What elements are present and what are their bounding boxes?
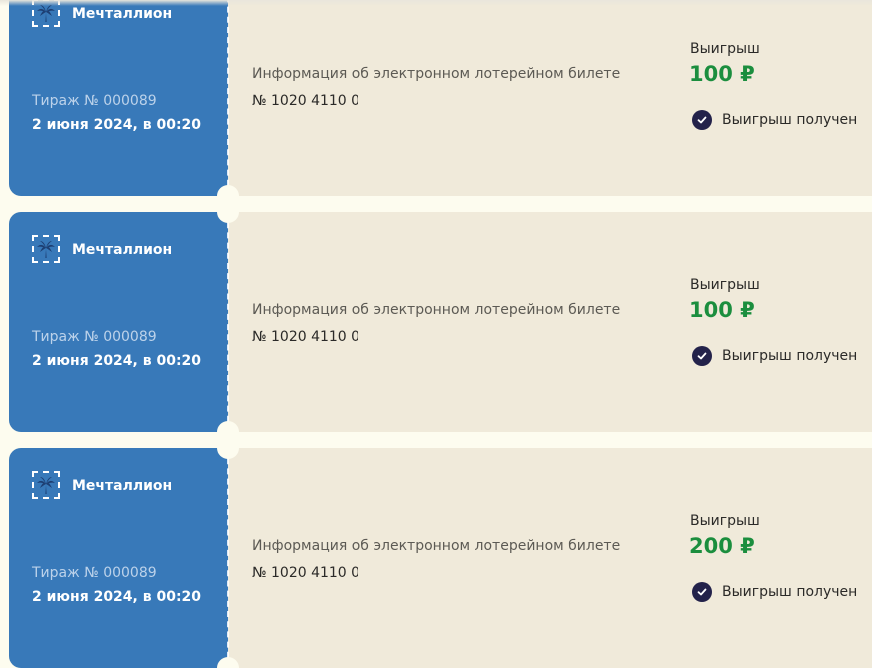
- draw-number: Тираж № 000089: [32, 565, 157, 581]
- perforation-line: [227, 212, 229, 432]
- ticket-card[interactable]: Мечталлион Тираж № 000089 2 июня 2024, в…: [9, 212, 872, 432]
- ticket-card[interactable]: Мечталлион Тираж № 000089 2 июня 2024, в…: [9, 0, 872, 196]
- scroll-shadow: [0, 0, 872, 6]
- draw-date: 2 июня 2024, в 00:20: [32, 589, 202, 605]
- check-circle-icon: [692, 582, 712, 602]
- draw-number: Тираж № 000089: [32, 329, 157, 345]
- win-label: Выигрыш: [690, 41, 760, 57]
- draw-date: 2 июня 2024, в 00:20: [32, 353, 202, 369]
- lottery-brand: Мечталлион: [72, 242, 173, 258]
- win-amount: 100 ₽: [689, 62, 755, 86]
- win-amount: 200 ₽: [689, 534, 755, 558]
- win-label: Выигрыш: [690, 277, 760, 293]
- perforation-notch: [217, 421, 239, 432]
- ticket-info-label: Информация об электронном лотерейном бил…: [252, 538, 621, 554]
- check-circle-icon: [692, 110, 712, 130]
- perforation-notch: [217, 185, 239, 196]
- check-circle-icon: [692, 346, 712, 366]
- lottery-brand: Мечталлион: [72, 6, 173, 22]
- draw-date: 2 июня 2024, в 00:20: [32, 117, 202, 133]
- perforation-line: [227, 448, 229, 668]
- ticket-info-label: Информация об электронном лотерейном бил…: [252, 66, 621, 82]
- perforation-line: [227, 0, 229, 196]
- palm-tree-icon: [32, 235, 60, 263]
- lottery-brand: Мечталлион: [72, 478, 173, 494]
- ticket-info-label: Информация об электронном лотерейном бил…: [252, 302, 621, 318]
- draw-number: Тираж № 000089: [32, 93, 157, 109]
- win-status: Выигрыш получен: [722, 348, 858, 364]
- win-label: Выигрыш: [690, 513, 760, 529]
- ticket-card[interactable]: Мечталлион Тираж № 000089 2 июня 2024, в…: [9, 448, 872, 668]
- win-status: Выигрыш получен: [722, 584, 858, 600]
- perforation-notch: [217, 657, 239, 668]
- win-amount: 100 ₽: [689, 298, 755, 322]
- palm-tree-icon: [32, 471, 60, 499]
- ticket-number: № 1020 4110 000: [252, 565, 358, 581]
- win-status: Выигрыш получен: [722, 112, 858, 128]
- ticket-number: № 1020 4110 000: [252, 329, 358, 345]
- ticket-number: № 1020 4110 000: [252, 93, 358, 109]
